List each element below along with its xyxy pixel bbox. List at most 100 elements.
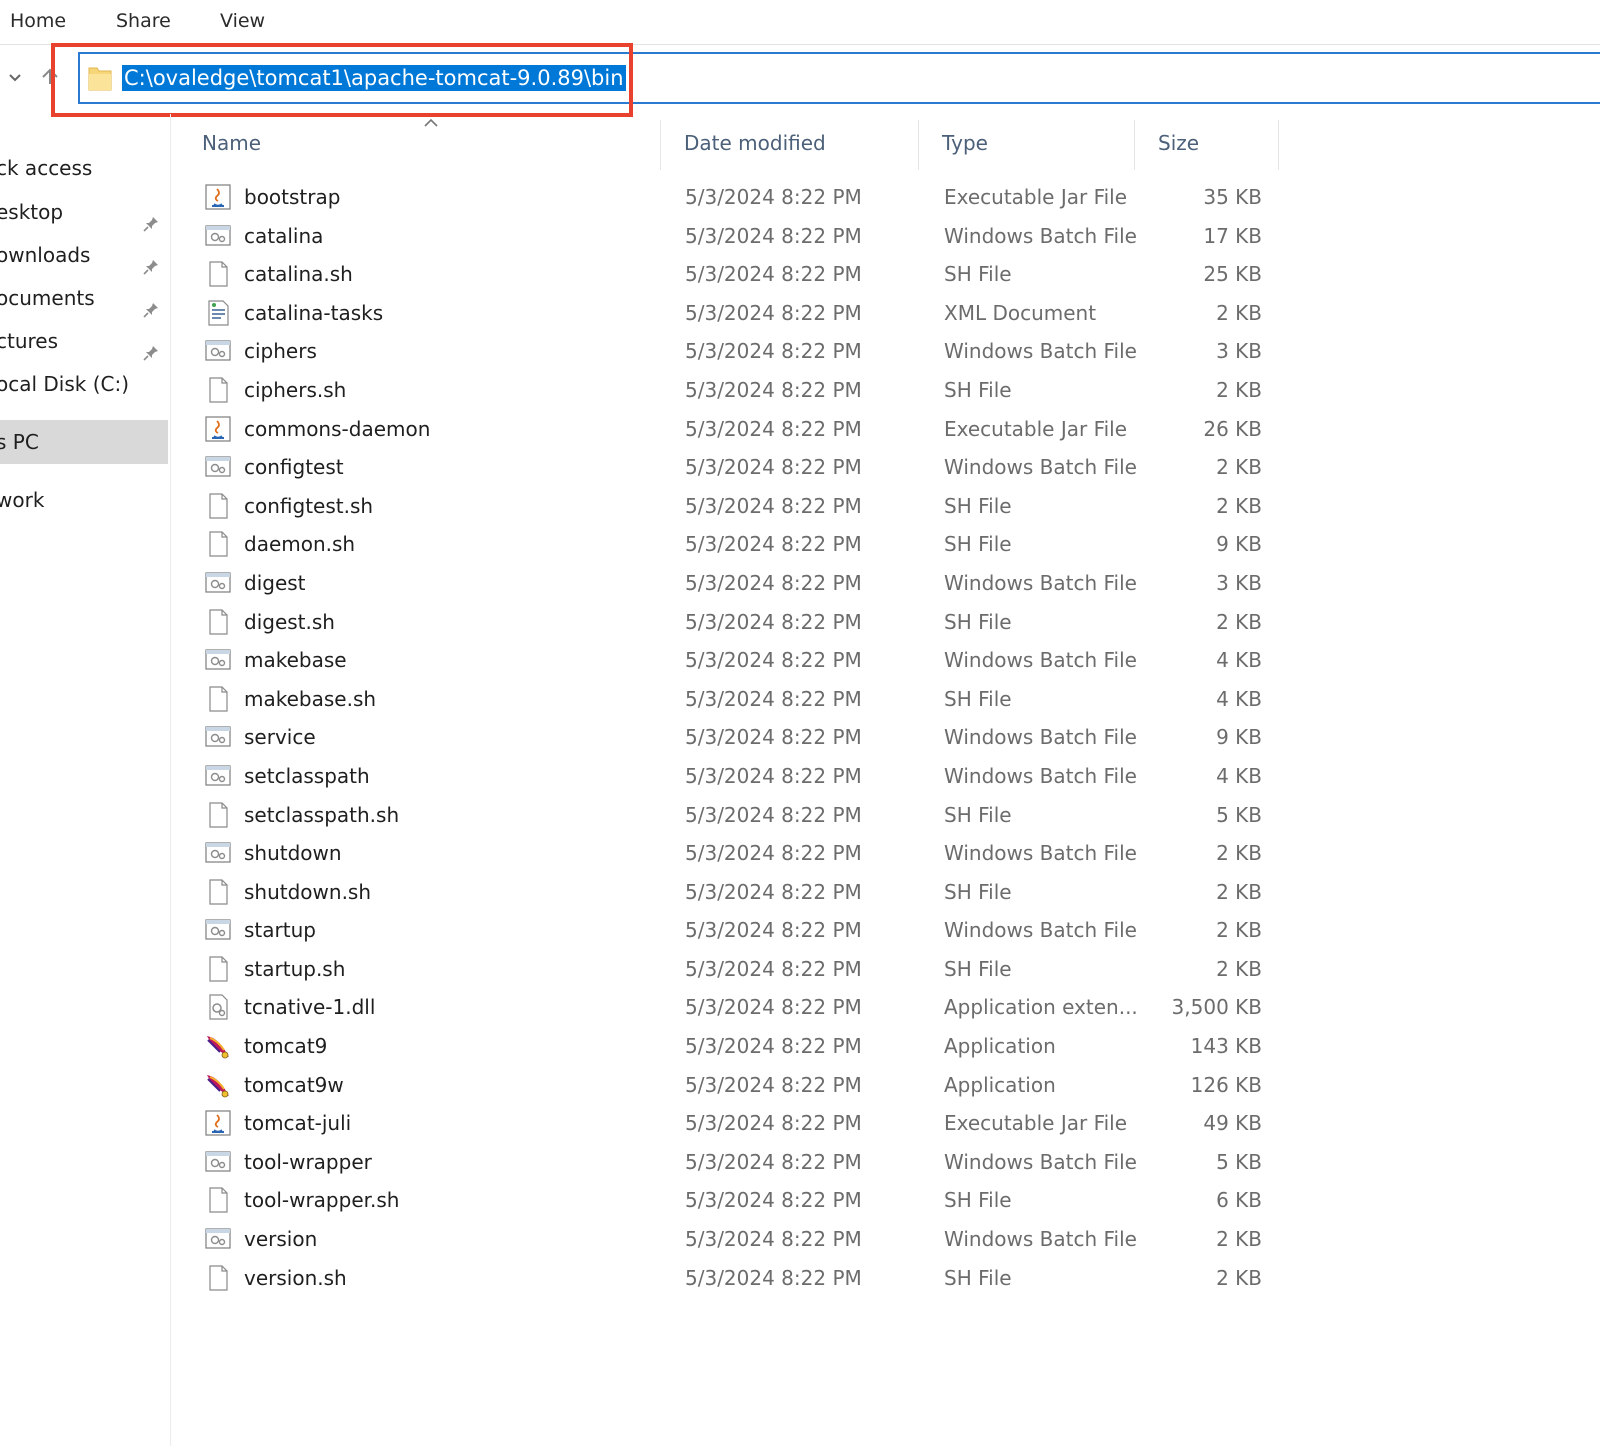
tomcat-feather-icon [204,1032,232,1060]
file-row[interactable]: bootstrap 5/3/2024 8:22 PM Executable Jar … [172,178,1322,217]
file-date-modified: 5/3/2024 8:22 PM [685,570,862,595]
sidebar-item[interactable]: ocal Disk (C:) [0,362,168,406]
file-size: 2 KB [1216,455,1262,480]
pin-icon[interactable] [142,204,160,232]
column-divider[interactable] [1278,120,1279,170]
file-row[interactable]: catalina.sh 5/3/2024 8:22 PM SH File 25 KB [172,255,1322,294]
file-row[interactable]: shutdown 5/3/2024 8:22 PM Windows Batch Fi… [172,834,1322,873]
file-size: 25 KB [1203,262,1262,287]
file-name: catalina [244,223,324,248]
file-size: 3,500 KB [1171,995,1262,1020]
file-type: SH File [944,493,1012,518]
file-row[interactable]: tomcat9w 5/3/2024 8:22 PM Application 126 K… [172,1066,1322,1105]
file-size: 9 KB [1216,725,1262,750]
file-name: digest.sh [244,609,335,634]
file-row[interactable]: setclasspath 5/3/2024 8:22 PM Windows Batc… [172,757,1322,796]
address-row: C:\ovaledge\tomcat1\apache-tomcat-9.0.89… [0,44,1600,114]
file-row[interactable]: daemon.sh 5/3/2024 8:22 PM SH File 9 KB [172,525,1322,564]
file-name: tool-wrapper [244,1149,372,1174]
batch-file-icon [204,569,232,597]
file-date-modified: 5/3/2024 8:22 PM [685,956,862,981]
file-type: Executable Jar File [944,185,1128,209]
file-date-modified: 5/3/2024 8:22 PM [685,1111,862,1136]
file-row[interactable]: configtest 5/3/2024 8:22 PM Windows Batch … [172,448,1322,487]
sidebar-item-label: esktop [0,200,64,224]
file-size: 5 KB [1216,802,1262,827]
file-type: Executable Jar File [944,1111,1128,1136]
pin-icon[interactable] [142,333,160,361]
file-type: Windows Batch File [944,648,1137,673]
file-row[interactable]: tool-wrapper.sh 5/3/2024 8:22 PM SH File 6 … [172,1181,1322,1220]
column-header-size[interactable]: Size [1146,120,1276,170]
ribbon-tab-share[interactable]: Share [116,10,171,32]
sidebar-item[interactable]: esktop [0,190,168,234]
file-date-modified: 5/3/2024 8:22 PM [685,223,862,248]
file-row[interactable]: tomcat9 5/3/2024 8:22 PM Application 143 KB [172,1027,1322,1066]
recent-locations-chevron-icon[interactable] [4,66,26,88]
sidebar-item[interactable]: s PC [0,420,168,464]
file-row[interactable]: tcnative-1.dll 5/3/2024 8:22 PM Applicatio… [172,988,1322,1027]
file-row[interactable]: catalina-tasks 5/3/2024 8:22 PM XML Docume… [172,294,1322,333]
ribbon-tab-home[interactable]: Home [10,10,66,32]
file-type: Windows Batch File [944,339,1137,364]
file-name: setclasspath.sh [244,802,400,827]
file-size: 143 KB [1190,1034,1262,1059]
file-date-modified: 5/3/2024 8:22 PM [685,262,862,287]
column-divider[interactable] [1134,120,1135,170]
sidebar-item[interactable]: ck access [0,146,168,190]
column-divider[interactable] [660,120,661,170]
file-type: Executable Jar File [944,416,1128,441]
pin-icon[interactable] [142,247,160,275]
file-type: Windows Batch File [944,725,1137,750]
file-row[interactable]: startup.sh 5/3/2024 8:22 PM SH File 2 KB [172,950,1322,989]
up-arrow-icon[interactable] [38,64,62,88]
file-date-modified: 5/3/2024 8:22 PM [685,763,862,788]
file-row[interactable]: version.sh 5/3/2024 8:22 PM SH File 2 KB [172,1259,1322,1298]
file-row[interactable]: configtest.sh 5/3/2024 8:22 PM SH File 2 KB [172,487,1322,526]
file-date-modified: 5/3/2024 8:22 PM [685,802,862,827]
file-type: Windows Batch File [944,455,1137,480]
jar-icon [204,415,232,443]
column-divider[interactable] [918,120,919,170]
folder-icon [88,67,112,91]
file-size: 4 KB [1216,648,1262,673]
sidebar-item[interactable]: work [0,478,168,522]
address-path-input[interactable]: C:\ovaledge\tomcat1\apache-tomcat-9.0.89… [122,65,626,91]
batch-file-icon [204,1148,232,1176]
file-row[interactable]: tomcat-juli 5/3/2024 8:22 PM Executable Ja… [172,1104,1322,1143]
address-bar[interactable]: C:\ovaledge\tomcat1\apache-tomcat-9.0.89… [78,52,1600,104]
file-type: SH File [944,1265,1012,1290]
sidebar-item[interactable]: ocuments [0,276,168,320]
column-header-type[interactable]: Type [930,120,1130,170]
file-type: Windows Batch File [944,1149,1137,1174]
pin-icon[interactable] [142,290,160,318]
file-row[interactable]: service 5/3/2024 8:22 PM Windows Batch Fil… [172,718,1322,757]
file-row[interactable]: version 5/3/2024 8:22 PM Windows Batch Fil… [172,1220,1322,1259]
column-header-date[interactable]: Date modified [672,120,922,170]
file-row[interactable]: shutdown.sh 5/3/2024 8:22 PM SH File 2 KB [172,873,1322,912]
batch-file-icon [204,337,232,365]
file-row[interactable]: digest.sh 5/3/2024 8:22 PM SH File 2 KB [172,603,1322,642]
file-date-modified: 5/3/2024 8:22 PM [685,1072,862,1097]
file-row[interactable]: makebase.sh 5/3/2024 8:22 PM SH File 4 KB [172,680,1322,719]
sidebar-item[interactable]: ctures [0,319,168,363]
file-type: Windows Batch File [944,570,1137,595]
file-row[interactable]: ciphers.sh 5/3/2024 8:22 PM SH File 2 KB [172,371,1322,410]
file-row[interactable]: catalina 5/3/2024 8:22 PM Windows Batch Fi… [172,217,1322,256]
file-date-modified: 5/3/2024 8:22 PM [685,648,862,673]
ribbon-tab-view[interactable]: View [220,10,265,32]
file-row[interactable]: setclasspath.sh 5/3/2024 8:22 PM SH File 5 … [172,796,1322,835]
file-size: 3 KB [1216,570,1262,595]
sidebar-item-label: s PC [0,430,39,454]
file-name: service [244,725,316,750]
file-date-modified: 5/3/2024 8:22 PM [685,532,862,557]
file-row[interactable]: commons-daemon 5/3/2024 8:22 PM Executable… [172,410,1322,449]
file-row[interactable]: tool-wrapper 5/3/2024 8:22 PM Windows Batc… [172,1143,1322,1182]
file-row[interactable]: digest 5/3/2024 8:22 PM Windows Batch File… [172,564,1322,603]
file-row[interactable]: startup 5/3/2024 8:22 PM Windows Batch Fil… [172,911,1322,950]
file-icon [204,608,232,636]
file-row[interactable]: makebase 5/3/2024 8:22 PM Windows Batch Fi… [172,641,1322,680]
batch-file-icon [204,646,232,674]
sidebar-item[interactable]: ownloads [0,233,168,277]
file-row[interactable]: ciphers 5/3/2024 8:22 PM Windows Batch Fil… [172,332,1322,371]
